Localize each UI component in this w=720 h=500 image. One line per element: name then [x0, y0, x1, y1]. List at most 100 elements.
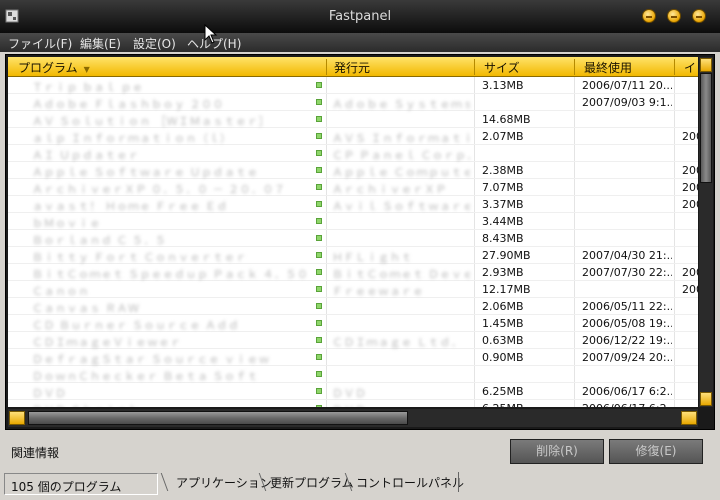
- size-cell: 6.25MB: [482, 385, 524, 398]
- title-bar[interactable]: Fastpanel: [0, 0, 720, 33]
- publisher-cell: Ａｐｐｌｅ Ｃｏｍｐｕｔｅｒ， Ｉｎｃ．: [332, 166, 470, 179]
- scroll-right-button[interactable]: [681, 411, 697, 425]
- size-cell: 3.44MB: [482, 215, 524, 228]
- publisher-cell: ＡｒｃｈｉｖｅｒＸＰ: [332, 183, 447, 196]
- size-cell: 2.93MB: [482, 266, 524, 279]
- scroll-up-button[interactable]: [700, 58, 712, 72]
- table-row[interactable]: ＤｏｗｎＣｈｅｃｋｅｒ Ｂｅｔａ Ｓｏｆｔ: [8, 366, 698, 383]
- table-row[interactable]: ＣＤ Ｂｕｒｎｅｒ Ｓｏｕｒｃｅ Ａｄｄ 1.45MB 2006/05/08 19:…: [8, 315, 698, 332]
- table-row[interactable]: Ｃａｎｏｎ Ｆｒｅｅｗａｒｅ 12.17MB 200: [8, 281, 698, 298]
- program-icon: [316, 82, 322, 88]
- extra-cell: 200: [682, 130, 698, 143]
- program-name: ＡｒｃｈｉｖｅｒＸＰ ０．５．０ － ２０．０７: [32, 183, 286, 196]
- size-cell: 8.43MB: [482, 232, 524, 245]
- table-row[interactable]: Ｃａｎｖａｓ ＲＡＷ 2.06MB 2006/05/11 22:...: [8, 298, 698, 315]
- program-icon: [316, 320, 322, 326]
- table-row[interactable]: ＤＶＤ Ｓｈｒｉｎｋ ＤＶＤ 6.25MB 2006/06/17 6:2...: [8, 400, 698, 407]
- program-icon: [316, 354, 322, 360]
- table-header: プログラム ▼ 発行元 サイズ 最終使用 イ: [8, 57, 698, 77]
- last-used-cell: 2006/05/08 19:...: [582, 317, 672, 330]
- tab-updates[interactable]: 更新プログラム: [266, 472, 358, 492]
- menu-file[interactable]: ファイル(F): [8, 35, 72, 52]
- column-header-extra[interactable]: イ: [684, 59, 698, 76]
- column-header-last-used[interactable]: 最終使用: [584, 59, 674, 76]
- table-row[interactable]: Ｂｉｔｔｙ Ｆｏｒｔ Ｃｏｎｖｅｒｔｅｒ ＨＦＬｉｇｈｔ 27.90MB 2007/0…: [8, 247, 698, 264]
- mouse-cursor-icon: [204, 24, 218, 44]
- table-row[interactable]: Ａｐｐｌｅ Ｓｏｆｔｗａｒｅ Ｕｐｄａｔｅ Ａｐｐｌｅ Ｃｏｍｐｕｔｅｒ， Ｉｎｃ…: [8, 162, 698, 179]
- program-icon: [316, 235, 322, 241]
- program-name: ａｌｐ Ｉｎｆｏｒｍａｔｉｏｎ（ｌ）: [32, 132, 232, 145]
- column-header-size[interactable]: サイズ: [484, 59, 574, 76]
- program-icon: [316, 337, 322, 343]
- program-icon: [316, 150, 322, 156]
- program-name: Ｃａｎｏｎ: [32, 285, 90, 298]
- program-icon: [316, 99, 322, 105]
- last-used-cell: 2006/12/22 19:...: [582, 334, 672, 347]
- program-icon: [316, 269, 322, 275]
- program-name: Ａｄｏｂｅ Ｆｌａｓｈｂｏｙ ２００: [32, 98, 224, 111]
- last-used-cell: 2007/09/03 9:1...: [582, 96, 672, 109]
- size-cell: 7.07MB: [482, 181, 524, 194]
- last-used-cell: 2006/06/17 6:2...: [582, 402, 672, 407]
- size-cell: 2.06MB: [482, 300, 524, 313]
- publisher-cell: ＣＤＩｍａｇｅ Ｌｔｄ．: [332, 336, 463, 349]
- column-header-publisher[interactable]: 発行元: [334, 59, 474, 76]
- table-row[interactable]: ＤＶＤ ＤＶＤ 6.25MB 2006/06/17 6:2...: [8, 383, 698, 400]
- program-count: 105 個のプログラム: [4, 473, 158, 495]
- publisher-cell: ＨＦＬｉｇｈｔ: [332, 251, 413, 264]
- last-used-cell: 2006/06/17 6:2...: [582, 385, 672, 398]
- column-header-program[interactable]: プログラム ▼: [18, 59, 318, 76]
- program-name: ａｖａｓｔ！ Ｈｏｍｅ Ｆｒｅｅ Ｅｄ: [32, 200, 228, 213]
- program-icon: [316, 167, 322, 173]
- related-info-label: 関連情報: [11, 446, 60, 460]
- table-row[interactable]: Ａｄｏｂｅ Ｆｌａｓｈｂｏｙ ２００ Ａｄｏｂｅ Ｓｙｓｔｅｍｓ Ｉｎｃｏｒｐｏｒ…: [8, 94, 698, 111]
- close-button[interactable]: [692, 9, 706, 23]
- horizontal-scroll-thumb[interactable]: [28, 411, 408, 425]
- size-cell: 12.17MB: [482, 283, 531, 296]
- table-row[interactable]: ＡＩ Ｕｐｄａｔｅｒ ＣＰ Ｐａｎｅｌ Ｃｏｒｐ．: [8, 145, 698, 162]
- maximize-button[interactable]: [667, 9, 681, 23]
- delete-button[interactable]: 削除(R): [510, 439, 604, 464]
- publisher-cell: Ｆｒｅｅｗａｒｅ: [332, 285, 424, 298]
- last-used-cell: 2007/09/24 20:...: [582, 351, 672, 364]
- table-row[interactable]: ＡＶ Ｓｏｌｕｔｉｏｎ ［ＷＩＭａｓｔｅｒ］ 14.68MB: [8, 111, 698, 128]
- size-cell: 2.38MB: [482, 164, 524, 177]
- scroll-down-button[interactable]: [700, 392, 712, 406]
- horizontal-scrollbar[interactable]: [8, 409, 698, 427]
- size-cell: 3.37MB: [482, 198, 524, 211]
- size-cell: 3.13MB: [482, 79, 524, 92]
- vertical-scroll-thumb[interactable]: [700, 73, 712, 183]
- last-used-cell: 2006/07/11 20...: [582, 79, 672, 92]
- publisher-cell: Ａｖｉｌ Ｓｏｆｔｗａｒｅ Ｌｉｍｉｔｅｄ: [332, 200, 470, 213]
- table-row[interactable]: ａｌｐ Ｉｎｆｏｒｍａｔｉｏｎ（ｌ） ＡＶＳ Ｉｎｆｏｒｍａｔｉｏｎ 2.07MB 2…: [8, 128, 698, 145]
- program-name: ＢｉｔＣｏｍｅｔ Ｓｐｅｅｄｕｐ Ｐａｃｋ ４．５０: [32, 268, 309, 281]
- scroll-left-button[interactable]: [9, 411, 25, 425]
- vertical-scrollbar[interactable]: [699, 57, 713, 407]
- menu-settings[interactable]: 設定(O): [133, 35, 176, 52]
- table-row[interactable]: ｂＭｏｖｉｅ 3.44MB: [8, 213, 698, 230]
- program-name: ＤｅｆｒａｇＳｔａｒ Ｓｏｕｒｃｅ ｖｉｅｗ: [32, 353, 270, 366]
- table-row[interactable]: ＣＤＩｍａｇｅＶｉｅｗｅｒ ＣＤＩｍａｇｅ Ｌｔｄ． 0.63MB 2006/12/2…: [8, 332, 698, 349]
- table-row[interactable]: ａｖａｓｔ！ Ｈｏｍｅ Ｆｒｅｅ Ｅｄ Ａｖｉｌ Ｓｏｆｔｗａｒｅ Ｌｉｍｉｔｅｄ…: [8, 196, 698, 213]
- program-name: ＤＶＤ Ｓｈｒｉｎｋ: [32, 402, 312, 407]
- table-row[interactable]: Ｂｏｒｌａｎｄ Ｃ ５．５ 8.43MB: [8, 230, 698, 247]
- table-row[interactable]: ＢｉｔＣｏｍｅｔ Ｓｐｅｅｄｕｐ Ｐａｃｋ ４．５０ ＢｉｔＣｏｍｅｔ Ｄｅｖｅｌ…: [8, 264, 698, 281]
- last-used-cell: 2007/04/30 21:...: [582, 249, 672, 262]
- sort-arrow-icon: ▼: [83, 65, 90, 74]
- extra-cell: 200: [682, 181, 698, 194]
- program-name: Ｂｏｒｌａｎｄ Ｃ ５．５: [32, 234, 167, 247]
- last-used-cell: 2006/05/11 22:...: [582, 300, 672, 313]
- extra-cell: 200: [682, 266, 698, 279]
- table-row[interactable]: ＡｒｃｈｉｖｅｒＸＰ ０．５．０ － ２０．０７ ＡｒｃｈｉｖｅｒＸＰ 7.07MB…: [8, 179, 698, 196]
- minimize-button[interactable]: [642, 9, 656, 23]
- publisher-cell: ＡＶＳ Ｉｎｆｏｒｍａｔｉｏｎ: [332, 132, 470, 145]
- tab-control-panel[interactable]: コントロールパネル: [352, 472, 468, 492]
- program-name: ＤＶＤ: [32, 387, 67, 400]
- table-row[interactable]: ＤｅｆｒａｇＳｔａｒ Ｓｏｕｒｃｅ ｖｉｅｗ 0.90MB 2007/09/24 2…: [8, 349, 698, 366]
- menu-edit[interactable]: 編集(E): [80, 35, 121, 52]
- program-icon: [316, 116, 322, 122]
- repair-button[interactable]: 修復(E): [609, 439, 703, 464]
- program-icon: [316, 303, 322, 309]
- program-name: ｂＭｏｖｉｅ: [32, 217, 101, 230]
- table-row[interactable]: Ｔｒｉｐ ｂａｌ ｐｅ 3.13MB 2006/07/11 20...: [8, 77, 698, 94]
